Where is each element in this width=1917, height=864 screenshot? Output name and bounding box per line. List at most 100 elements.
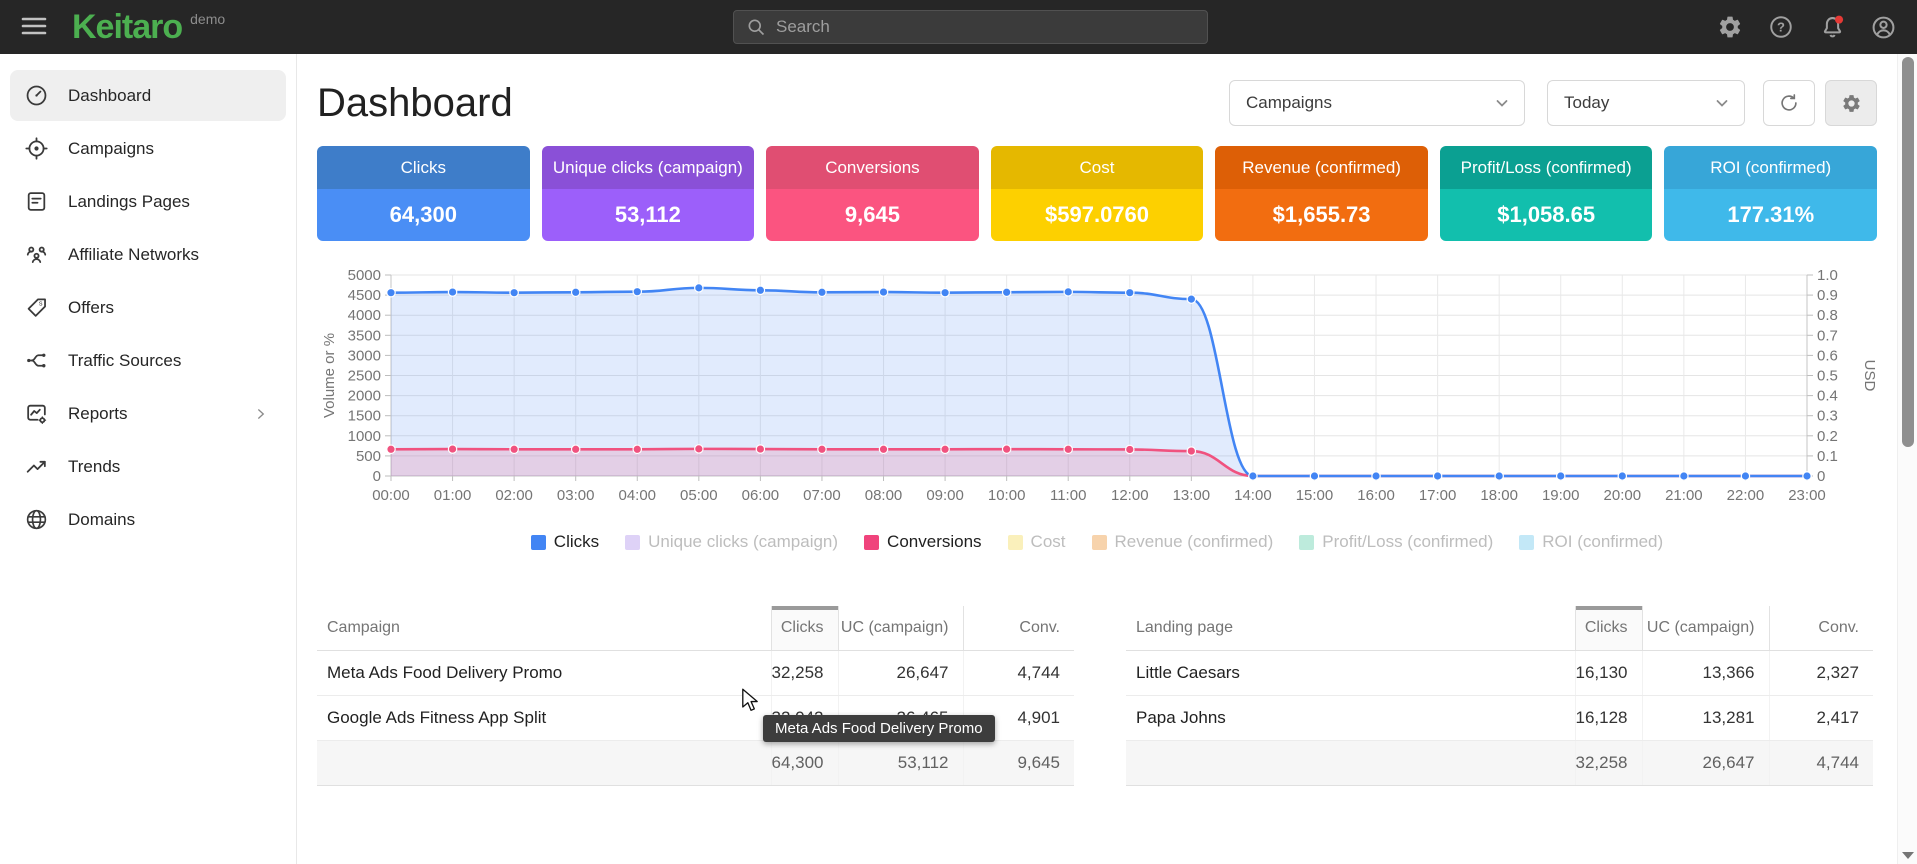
table-row[interactable]: Papa Johns16,12813,2812,417 [1126, 695, 1873, 740]
date-range-select[interactable]: Today [1547, 80, 1745, 126]
svg-text:06:00: 06:00 [742, 487, 780, 504]
legend-item-revenue-confirmed[interactable]: Revenue (confirmed) [1092, 532, 1274, 552]
stat-cards-row: Clicks64,300Unique clicks (campaign)53,1… [317, 146, 1877, 241]
topbar-settings-button[interactable] [1716, 13, 1744, 41]
row-name-cell[interactable]: Google Ads Fitness App Split [317, 695, 771, 740]
offers-icon: s [23, 295, 49, 321]
column-header-conv[interactable]: Conv. [1769, 606, 1873, 650]
data-point [695, 284, 703, 292]
scrollbar-thumb[interactable] [1902, 57, 1914, 447]
data-point [1310, 472, 1318, 480]
sidebar-item-landings-pages[interactable]: Landings Pages [10, 176, 286, 227]
main-content: Dashboard Campaigns Today Clicks64,3 [297, 54, 1897, 864]
menu-button[interactable] [20, 12, 48, 42]
column-header-clicks[interactable]: Clicks [1575, 606, 1642, 650]
chart-legend: Clicks Unique clicks (campaign) Conversion… [317, 532, 1877, 552]
column-header-clicks[interactable]: Clicks [771, 606, 838, 650]
campaigns-icon [23, 136, 49, 162]
search-icon [746, 17, 766, 37]
data-point [879, 288, 887, 296]
sidebar-item-label: Campaigns [68, 139, 154, 159]
data-point [633, 287, 641, 295]
legend-item-clicks[interactable]: Clicks [531, 532, 599, 552]
row-name-cell[interactable]: Meta Ads Food Delivery Promo [317, 650, 771, 695]
sort-indicator [772, 606, 838, 610]
help-button[interactable]: ? [1767, 13, 1795, 41]
svg-text:00:00: 00:00 [372, 487, 410, 504]
svg-text:1500: 1500 [348, 408, 381, 425]
legend-item-profit-loss-confirmed[interactable]: Profit/Loss (confirmed) [1299, 532, 1493, 552]
legend-label: Conversions [887, 532, 982, 552]
data-point [510, 445, 518, 453]
row-value-cell: 4,744 [963, 650, 1074, 695]
search-input[interactable] [776, 17, 1176, 37]
app-logo[interactable]: Keitaro [72, 0, 182, 54]
summary-tables: CampaignClicksUC (campaign)Conv.Meta Ads… [317, 606, 1877, 786]
scrollbar-down-arrow[interactable] [1902, 852, 1914, 859]
svg-text:14:00: 14:00 [1234, 487, 1272, 504]
data-point [818, 288, 826, 296]
series-clicks-area [391, 288, 1807, 476]
sidebar-item-domains[interactable]: Domains [10, 494, 286, 545]
svg-text:21:00: 21:00 [1665, 487, 1703, 504]
sidebar-item-offers[interactable]: sOffers [10, 282, 286, 333]
svg-text:0.7: 0.7 [1817, 327, 1838, 344]
chevron-right-icon [252, 405, 270, 423]
svg-text:18:00: 18:00 [1480, 487, 1518, 504]
legend-item-cost[interactable]: Cost [1008, 532, 1066, 552]
stat-card-value: 53,112 [542, 189, 755, 241]
svg-text:4500: 4500 [348, 287, 381, 304]
row-name-cell[interactable]: Papa Johns [1126, 695, 1575, 740]
column-header-campaign[interactable]: Campaign [317, 606, 771, 650]
stat-card-label: Cost [991, 146, 1204, 189]
grouping-select[interactable]: Campaigns [1229, 80, 1525, 126]
row-tooltip: Meta Ads Food Delivery Promo [763, 715, 995, 742]
page-scrollbar[interactable] [1897, 54, 1917, 864]
svg-text:0: 0 [1817, 468, 1825, 485]
row-value-cell: 16,128 [1575, 695, 1642, 740]
landings-icon [23, 189, 49, 215]
traffic-icon [23, 348, 49, 374]
data-point [1741, 472, 1749, 480]
total-cell: 9,645 [963, 740, 1074, 785]
sidebar-item-campaigns[interactable]: Campaigns [10, 123, 286, 174]
column-header-landing-page[interactable]: Landing page [1126, 606, 1575, 650]
data-point [756, 286, 764, 294]
legend-item-roi-confirmed[interactable]: ROI (confirmed) [1519, 532, 1663, 552]
domains-icon [23, 507, 49, 533]
stat-card-value: $1,655.73 [1215, 189, 1428, 241]
sidebar-item-label: Domains [68, 510, 135, 530]
chart-svg: 0500100015002000250030003500400045005000… [317, 265, 1877, 515]
account-button[interactable] [1869, 13, 1897, 41]
sidebar-item-trends[interactable]: Trends [10, 441, 286, 492]
refresh-button[interactable] [1763, 80, 1815, 126]
legend-item-conversions[interactable]: Conversions [864, 532, 982, 552]
data-point [1002, 445, 1010, 453]
data-point [571, 288, 579, 296]
dashboard-settings-button[interactable] [1825, 80, 1877, 126]
svg-text:01:00: 01:00 [434, 487, 472, 504]
legend-item-unique-clicks-campaign[interactable]: Unique clicks (campaign) [625, 532, 838, 552]
affiliate-icon [23, 242, 49, 268]
svg-text:Volume or %: Volume or % [321, 333, 338, 418]
sidebar-item-affiliate-networks[interactable]: Affiliate Networks [10, 229, 286, 280]
row-value-cell: 32,258 [771, 650, 838, 695]
topbar-icons: ? [1716, 0, 1897, 54]
sidebar-item-traffic-sources[interactable]: Traffic Sources [10, 335, 286, 386]
dashboard-chart: 0500100015002000250030003500400045005000… [317, 265, 1877, 520]
column-header-uc-campaign[interactable]: UC (campaign) [838, 606, 963, 650]
chevron-down-icon [1494, 95, 1510, 111]
row-name-cell[interactable]: Little Caesars [1126, 650, 1575, 695]
data-point [1557, 472, 1565, 480]
notifications-button[interactable] [1818, 13, 1846, 41]
total-cell: 32,258 [1575, 740, 1642, 785]
table-row[interactable]: Meta Ads Food Delivery Promo32,25826,647… [317, 650, 1074, 695]
table-row[interactable]: Little Caesars16,13013,3662,327 [1126, 650, 1873, 695]
column-header-uc-campaign[interactable]: UC (campaign) [1642, 606, 1769, 650]
column-header-conv[interactable]: Conv. [963, 606, 1074, 650]
svg-text:?: ? [1777, 20, 1785, 35]
stat-card-label: Unique clicks (campaign) [542, 146, 755, 189]
sidebar-item-reports[interactable]: Reports [10, 388, 286, 439]
svg-text:0.5: 0.5 [1817, 368, 1838, 385]
sidebar-item-dashboard[interactable]: Dashboard [10, 70, 286, 121]
